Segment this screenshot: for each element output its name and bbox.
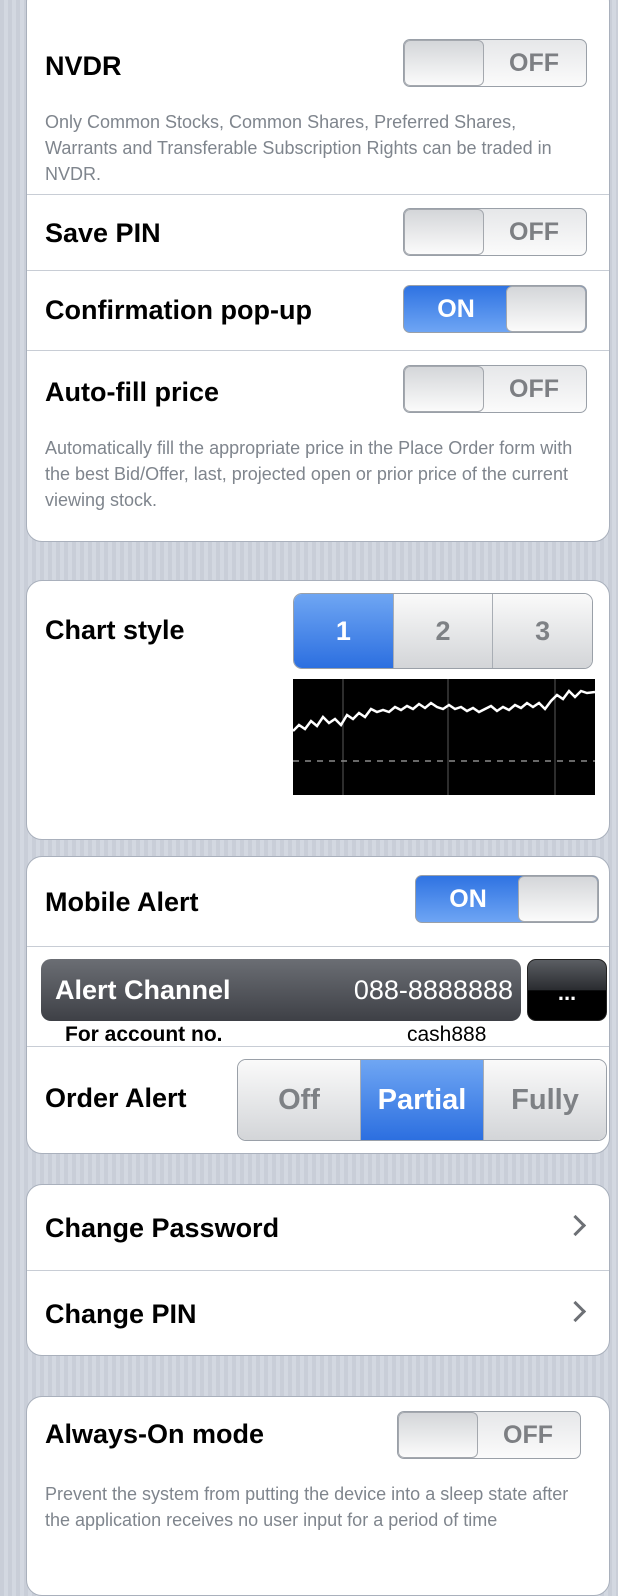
nvdr-switch-label: OFF [509,49,559,77]
alert-channel-row: Alert Channel 088-8888888 ... For accoun… [27,947,609,1047]
confirmation-popup-switch-label: ON [437,295,475,323]
account-label: For account no. [65,1023,223,1046]
mobile-alert-switch[interactable]: ON [415,875,599,923]
save-pin-title: Save PIN [45,218,161,248]
nvdr-description: Only Common Stocks, Common Shares, Prefe… [45,112,552,184]
change-pin-row[interactable]: Change PIN [27,1271,609,1355]
confirmation-popup-switch[interactable]: ON [403,285,587,333]
save-pin-row: Save PIN OFF [27,195,609,271]
switch-knob [404,366,484,412]
chart-style-title: Chart style [45,615,185,645]
order-alert-title: Order Alert [45,1083,187,1113]
account-value: cash888 [407,1023,487,1046]
switch-knob [506,286,586,332]
alert-channel-value: 088-8888888 [353,975,513,1005]
always-on-group: Always-On mode OFF Prevent the system fr… [26,1396,610,1596]
mobile-alert-switch-label: ON [449,885,487,913]
switch-knob [404,40,484,86]
chart-style-group: Chart style 1 2 3 [26,580,610,840]
auto-fill-switch[interactable]: OFF [403,365,587,413]
alert-channel-field[interactable]: Alert Channel 088-8888888 [41,959,521,1021]
chart-style-preview [293,679,595,795]
auto-fill-title: Auto-fill price [45,377,219,407]
chart-style-option-2[interactable]: 2 [392,594,493,668]
switch-knob [518,876,598,922]
alerts-group: Mobile Alert ON Alert Channel 088-888888… [26,856,610,1154]
change-password-row[interactable]: Change Password [27,1185,609,1271]
always-on-title: Always-On mode [45,1419,265,1449]
mobile-alert-title: Mobile Alert [45,887,199,917]
save-pin-switch-label: OFF [509,218,559,246]
change-password-title: Change Password [45,1213,280,1243]
order-alert-option-off[interactable]: Off [238,1060,360,1140]
nvdr-row: NVDR OFF Only Common Stocks, Common Shar… [27,0,609,195]
trading-settings-group: NVDR OFF Only Common Stocks, Common Shar… [26,0,610,542]
chart-style-option-3[interactable]: 3 [492,594,592,668]
always-on-switch-label: OFF [503,1421,553,1449]
switch-knob [404,209,484,255]
alert-channel-more-button[interactable]: ... [527,959,607,1021]
order-alert-option-fully[interactable]: Fully [483,1060,606,1140]
nvdr-switch[interactable]: OFF [403,39,587,87]
order-alert-option-partial[interactable]: Partial [360,1060,483,1140]
order-alert-row: Order Alert Off Partial Fully [27,1047,609,1153]
change-pin-title: Change PIN [45,1299,197,1329]
alert-channel-label: Alert Channel [55,975,231,1005]
auto-fill-row: Auto-fill price OFF Automatically fill t… [27,351,609,541]
chevron-right-icon [564,1214,587,1236]
auto-fill-description: Automatically fill the appropriate price… [45,438,573,510]
confirmation-popup-title: Confirmation pop-up [45,295,312,325]
more-ellipsis-icon: ... [557,980,577,1005]
save-pin-switch[interactable]: OFF [403,208,587,256]
always-on-switch[interactable]: OFF [397,1411,581,1459]
security-group: Change Password Change PIN [26,1184,610,1356]
chart-style-option-1[interactable]: 1 [294,594,393,668]
chart-style-selector[interactable]: 1 2 3 [293,593,593,669]
confirmation-popup-row: Confirmation pop-up ON [27,271,609,351]
mobile-alert-row: Mobile Alert ON [27,857,609,947]
nvdr-title: NVDR [45,51,122,81]
always-on-description: Prevent the system from putting the devi… [45,1484,569,1530]
order-alert-selector[interactable]: Off Partial Fully [237,1059,607,1141]
auto-fill-switch-label: OFF [509,375,559,403]
chevron-right-icon [564,1300,587,1323]
switch-knob [398,1412,478,1458]
